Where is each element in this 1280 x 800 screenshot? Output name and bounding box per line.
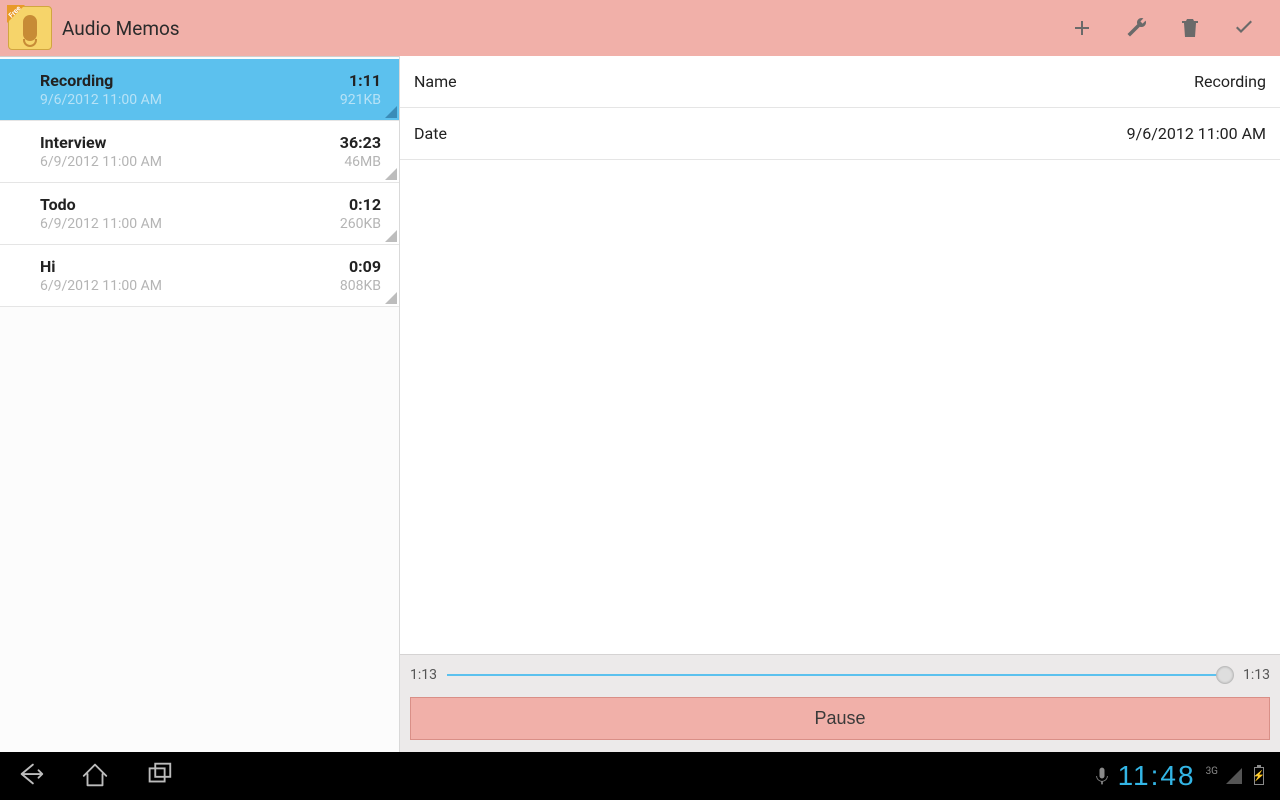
resize-grip-icon[interactable] (385, 106, 397, 118)
done-button[interactable] (1228, 12, 1260, 44)
recording-row[interactable]: Todo 6/9/2012 11:00 AM 0:12 260KB (0, 183, 399, 245)
recording-duration: 0:12 (340, 195, 381, 214)
recording-title: Todo (40, 195, 340, 214)
recording-size: 260KB (340, 216, 381, 232)
battery-icon: ⚡ (1254, 767, 1264, 785)
signal-icon (1226, 768, 1242, 784)
seek-slider[interactable] (447, 665, 1233, 685)
total-time: 1:13 (1243, 667, 1270, 683)
detail-date-row[interactable]: Date 9/6/2012 11:00 AM (400, 108, 1280, 160)
recording-duration: 0:09 (340, 257, 381, 276)
check-icon (1232, 16, 1256, 40)
recording-datetime: 6/9/2012 11:00 AM (40, 278, 340, 294)
detail-date-value: 9/6/2012 11:00 AM (1127, 124, 1266, 143)
voice-input-icon[interactable] (1094, 766, 1110, 786)
wrench-icon (1124, 16, 1148, 40)
settings-button[interactable] (1120, 12, 1152, 44)
seek-thumb[interactable] (1216, 666, 1234, 684)
recording-size: 921KB (340, 92, 381, 108)
recording-title: Recording (40, 71, 340, 90)
system-clock[interactable]: 11:48 (1118, 760, 1196, 792)
recording-datetime: 9/6/2012 11:00 AM (40, 92, 340, 108)
player-panel: 1:13 1:13 Pause (400, 654, 1280, 752)
recording-duration: 1:11 (340, 71, 381, 90)
back-button[interactable] (16, 759, 46, 793)
pause-button[interactable]: Pause (410, 697, 1270, 740)
recording-datetime: 6/9/2012 11:00 AM (40, 216, 340, 232)
recordings-list: Recording 9/6/2012 11:00 AM 1:11 921KB I… (0, 56, 400, 752)
recording-row[interactable]: Hi 6/9/2012 11:00 AM 0:09 808KB (0, 245, 399, 307)
recording-datetime: 6/9/2012 11:00 AM (40, 154, 340, 170)
plus-icon (1070, 16, 1094, 40)
recording-size: 808KB (340, 278, 381, 294)
elapsed-time: 1:13 (410, 667, 437, 683)
resize-grip-icon[interactable] (385, 168, 397, 180)
app-title: Audio Memos (62, 17, 180, 40)
recording-row[interactable]: Recording 9/6/2012 11:00 AM 1:11 921KB (0, 59, 399, 121)
resize-grip-icon[interactable] (385, 292, 397, 304)
detail-panel: Name Recording Date 9/6/2012 11:00 AM 1:… (400, 56, 1280, 752)
home-button[interactable] (80, 759, 110, 793)
resize-grip-icon[interactable] (385, 230, 397, 242)
detail-name-row[interactable]: Name Recording (400, 56, 1280, 108)
recording-size: 46MB (340, 154, 381, 170)
recording-title: Interview (40, 133, 340, 152)
system-nav-bar: 11:48 3G ⚡ (0, 752, 1280, 800)
recording-duration: 36:23 (340, 133, 381, 152)
back-icon (16, 759, 46, 789)
network-label: 3G (1206, 766, 1218, 777)
app-icon: Free (8, 6, 52, 50)
trash-icon (1178, 16, 1202, 40)
home-icon (80, 759, 110, 789)
recent-apps-icon (144, 759, 174, 789)
recording-title: Hi (40, 257, 340, 276)
app-toolbar: Free Audio Memos (0, 0, 1280, 56)
detail-name-label: Name (414, 72, 457, 91)
recording-row[interactable]: Interview 6/9/2012 11:00 AM 36:23 46MB (0, 121, 399, 183)
detail-name-value: Recording (1194, 72, 1266, 91)
delete-button[interactable] (1174, 12, 1206, 44)
recent-apps-button[interactable] (144, 759, 174, 793)
detail-date-label: Date (414, 124, 447, 143)
add-button[interactable] (1066, 12, 1098, 44)
